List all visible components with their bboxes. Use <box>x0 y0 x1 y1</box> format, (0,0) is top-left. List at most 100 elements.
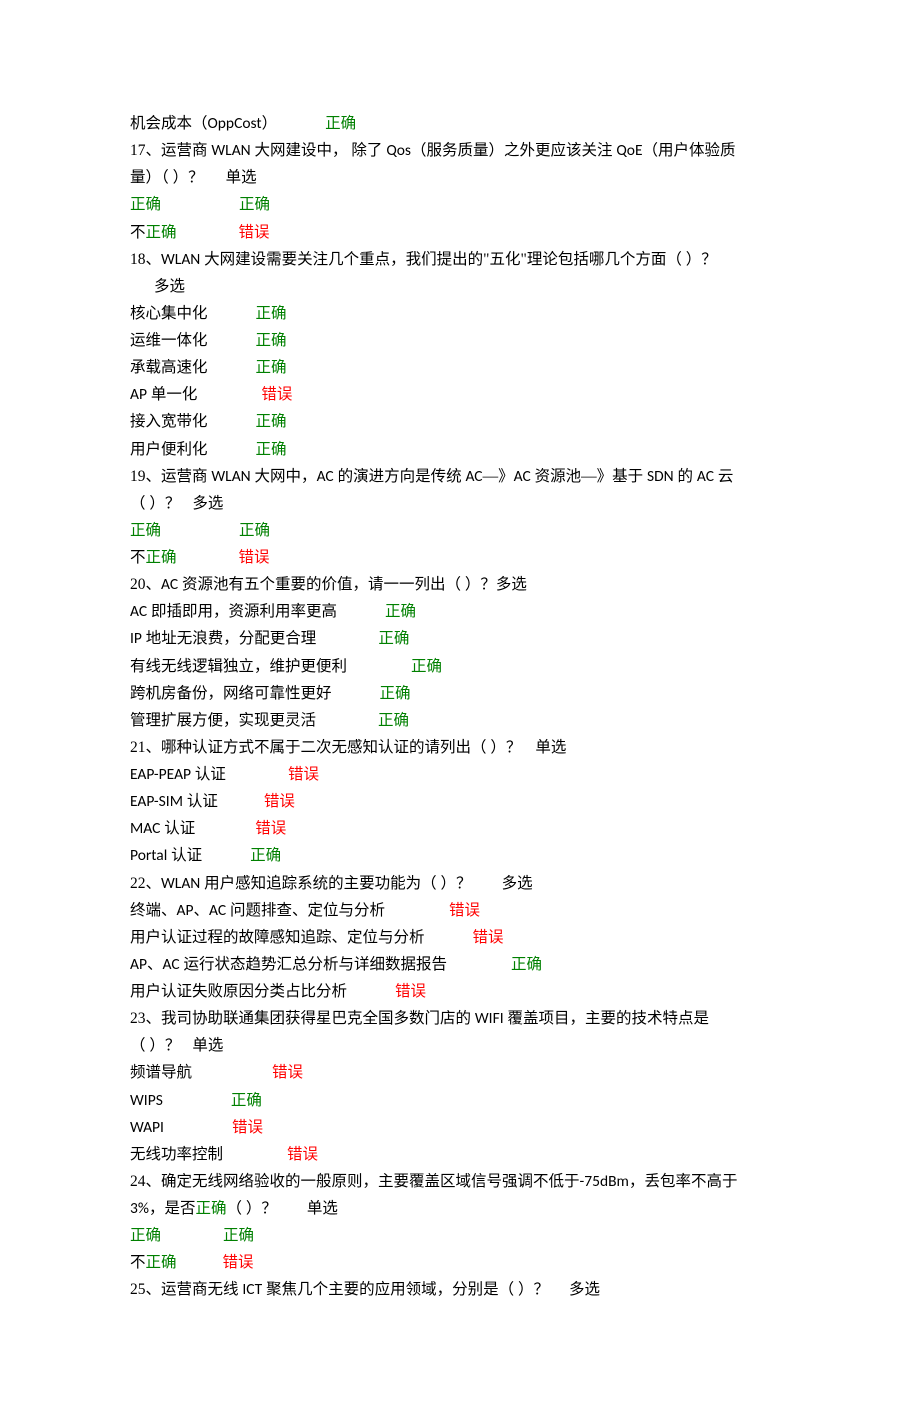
option-text: 运行状态趋势汇总分析与详细数据报告 <box>180 956 447 973</box>
answer-mark-correct: 正确 <box>250 847 281 864</box>
text: 用户感知追踪系统的主要功能为（ ）？ <box>200 875 471 892</box>
option-text: 核心集中化 <box>130 305 208 322</box>
text: 18、 <box>130 251 161 268</box>
text-latin: AC <box>317 467 334 486</box>
question-type: 多选 <box>569 1281 600 1298</box>
answer-mark-wrong: 错误 <box>287 1146 318 1163</box>
question-type: 多选 <box>496 576 527 593</box>
question-19-cont: （ ）？多选 <box>130 490 790 517</box>
answer-line: 有线无线逻辑独立，维护更便利正确 <box>130 653 790 680</box>
answer-mark-correct: 正确 <box>256 359 287 376</box>
text: ，是否 <box>149 1200 196 1217</box>
question-type: 单选 <box>226 169 257 186</box>
answer-line: 跨机房备份，网络可靠性更好正确 <box>130 680 790 707</box>
question-23: 23、我司协助联通集团获得星巴克全国多数门店的 WIFI 覆盖项目，主要的技术特… <box>130 1005 790 1032</box>
text-latin: QoE <box>616 141 642 160</box>
answer-mark-correct: 正确 <box>256 305 287 322</box>
text: （ ）？ <box>130 1037 180 1054</box>
text: 24、确定无线网络验收的一般原则，主要覆盖区域信号强调不低于 <box>130 1173 580 1190</box>
option-text-latin: AC <box>209 901 226 920</box>
answer-line: 接入宽带化 正确 <box>130 408 790 435</box>
answer-line: 用户便利化正确 <box>130 436 790 463</box>
answer-line: EAP-SIM 认证错误 <box>130 788 790 815</box>
text-latin: -75dBm <box>580 1172 629 1191</box>
answer-line: MAC 认证错误 <box>130 815 790 842</box>
text: 的 <box>674 468 697 485</box>
question-25: 25、运营商无线 ICT 聚焦几个主要的应用领域，分别是（ ）？多选 <box>130 1276 790 1303</box>
option-text-latin: AC <box>130 602 147 621</box>
option-text: 正确 <box>130 522 161 539</box>
text-latin: WIFI <box>475 1009 504 1028</box>
answer-mark-wrong: 错误 <box>473 929 504 946</box>
option-text: 管理扩展方便，实现更灵活 <box>130 712 316 729</box>
option-text: 不 <box>130 224 146 241</box>
text: 25、运营商无线 <box>130 1281 242 1298</box>
question-17-cont: 量）（ ）？ 单选 <box>130 164 790 191</box>
question-24-cont: 3%，是否正确（ ）？单选 <box>130 1195 790 1222</box>
option-text: 正确 <box>146 224 177 241</box>
question-type: 单选 <box>535 739 566 756</box>
option-text: 终端、 <box>130 902 177 919</box>
option-text: 单一化 <box>147 386 197 403</box>
answer-mark-correct: 正确 <box>239 522 270 539</box>
text: ） <box>262 115 278 132</box>
answer-line: 无线功率控制 错误 <box>130 1141 790 1168</box>
text: 大网中， <box>251 468 317 485</box>
answer-mark-wrong: 错误 <box>272 1064 303 1081</box>
option-text: 正确 <box>130 1227 161 1244</box>
option-text: 无线功率控制 <box>130 1146 223 1163</box>
question-20: 20、AC 资源池有五个重要的价值，请一一列出（ ）？多选 <box>130 571 790 598</box>
option-text: 用户便利化 <box>130 441 208 458</box>
text-latin: WLAN <box>161 250 200 269</box>
question-type: 多选 <box>192 495 223 512</box>
text: 量）（ ）？ <box>130 169 204 186</box>
text-latin: ICT <box>242 1280 262 1299</box>
answer-line: 频谱导航 错误 <box>130 1059 790 1086</box>
text-latin: SDN <box>647 467 674 486</box>
text: 资源池有五个重要的价值，请一一列出（ ）？ <box>178 576 496 593</box>
option-text: 认证 <box>160 820 195 837</box>
answer-mark-wrong: 错误 <box>261 386 292 403</box>
answer-mark-wrong: 错误 <box>232 1119 263 1136</box>
option-text: 用户认证过程的故障感知追踪、定位与分析 <box>130 929 425 946</box>
answer-line: 不正确错误 <box>130 544 790 571</box>
option-text-latin: EAP-PEAP <box>130 765 191 784</box>
option-text: 问题排查、定位与分析 <box>226 902 385 919</box>
question-type: 多选 <box>154 278 185 295</box>
option-text-latin: AP <box>130 955 147 974</box>
question-22: 22、WLAN 用户感知追踪系统的主要功能为（ ）？多选 <box>130 870 790 897</box>
text: 20、 <box>130 576 161 593</box>
answer-line: AC 即插即用，资源利用率更高正确 <box>130 598 790 625</box>
text-latin: 3% <box>130 1199 149 1218</box>
answer-mark-correct: 正确 <box>256 332 287 349</box>
answer-mark-correct: 正确 <box>385 603 416 620</box>
answer-mark-wrong: 错误 <box>255 820 286 837</box>
text: （服务质量）之外更应该关注 <box>411 142 616 159</box>
question-18-cont: 多选 <box>130 273 790 300</box>
option-text: 频谱导航 <box>130 1064 192 1081</box>
answer-line: IP 地址无浪费，分配更合理正确 <box>130 625 790 652</box>
option-text-latin: EAP-SIM <box>130 792 183 811</box>
text-latin: AC <box>465 467 482 486</box>
option-text: 地址无浪费，分配更合理 <box>142 630 316 647</box>
option-text: 正确 <box>146 549 177 566</box>
answer-mark-correct: 正确 <box>256 413 287 430</box>
answer-line: Portal 认证正确 <box>130 842 790 869</box>
text: ，丢包率不高于 <box>629 1173 738 1190</box>
answer-line: 运维一体化正确 <box>130 327 790 354</box>
answer-line: 正确 正确 <box>130 517 790 544</box>
option-text-latin: WIPS <box>130 1091 163 1110</box>
answer-line: AP、AC 运行状态趋势汇总分析与详细数据报告正确 <box>130 951 790 978</box>
option-text-latin: Portal <box>130 846 167 865</box>
answer-mark-correct: 正确 <box>511 956 542 973</box>
question-18: 18、WLAN 大网建设需要关注几个重点，我们提出的"五化"理论包括哪几个方面（… <box>130 246 790 273</box>
answer-mark-wrong: 错误 <box>264 793 295 810</box>
option-text: 有线无线逻辑独立，维护更便利 <box>130 658 347 675</box>
option-text: 接入宽带化 <box>130 413 208 430</box>
text: （用户体验质 <box>643 142 736 159</box>
text: 覆盖项目，主要的技术特点是 <box>504 1010 709 1027</box>
answer-line: 管理扩展方便，实现更灵活正确 <box>130 707 790 734</box>
answer-line: 用户认证过程的故障感知追踪、定位与分析 错误 <box>130 924 790 951</box>
answer-mark-wrong: 错误 <box>395 983 426 1000</box>
option-text-latin: AP <box>177 901 194 920</box>
